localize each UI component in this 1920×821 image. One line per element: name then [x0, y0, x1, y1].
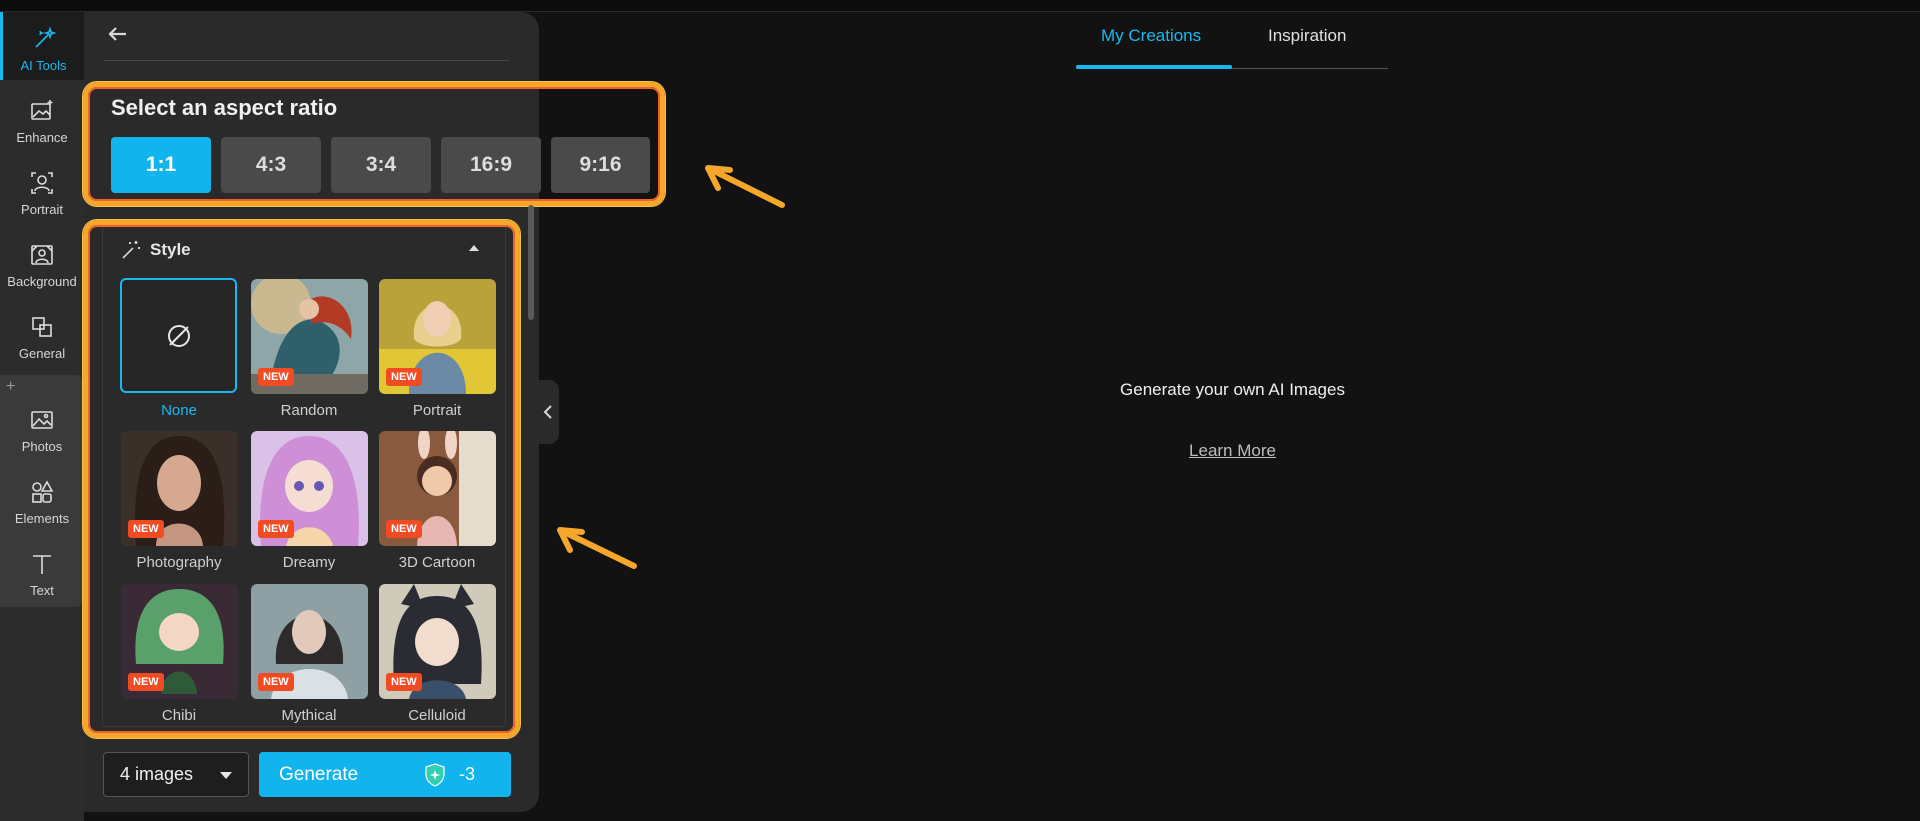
aspect-option-1-1[interactable]: 1:1 — [111, 137, 211, 193]
image-count-select[interactable]: 4 images — [103, 752, 249, 797]
aspect-option-4-3[interactable]: 4:3 — [221, 137, 321, 193]
new-badge: NEW — [258, 368, 294, 386]
style-tile-photography[interactable]: NEW — [121, 431, 238, 546]
aspect-option-16-9[interactable]: 16:9 — [441, 137, 541, 193]
style-tile-chibi[interactable]: NEW — [121, 584, 238, 699]
image-count-value: 4 images — [120, 764, 194, 784]
new-badge: NEW — [386, 368, 422, 386]
style-tile-3d-cartoon[interactable]: NEW — [379, 431, 496, 546]
rail-label: Photos — [21, 439, 63, 454]
rail-item-photos[interactable]: Photos — [0, 393, 84, 461]
style-label-none: None — [161, 402, 197, 419]
none-icon — [167, 324, 190, 347]
style-label-photography: Photography — [136, 554, 222, 571]
new-badge: NEW — [258, 520, 294, 538]
portrait-icon — [31, 172, 53, 194]
text-icon — [33, 555, 51, 574]
chevron-left-icon — [543, 405, 552, 419]
rail-label: Portrait — [21, 202, 63, 217]
credit-cost: -3 — [459, 764, 476, 784]
style-tile-mythical[interactable]: NEW — [251, 584, 368, 699]
empty-state-text: Generate your own AI Images — [1120, 380, 1345, 399]
aspect-ratio-title: Select an aspect ratio — [111, 95, 338, 120]
rail-item-ai-tools[interactable]: AI Tools — [0, 12, 84, 80]
style-tile-portrait[interactable]: NEW — [379, 279, 496, 394]
style-label-celluloid: Celluloid — [408, 707, 466, 724]
top-bar — [0, 0, 1920, 12]
generate-button[interactable]: Generate -3 — [259, 752, 511, 797]
style-label-random: Random — [280, 402, 338, 419]
annotation-arrow-icon — [557, 527, 637, 569]
active-tab-indicator — [1076, 65, 1232, 69]
arrow-left-icon — [108, 27, 126, 41]
rail-item-general[interactable]: General — [0, 300, 84, 368]
collapse-panel-tab[interactable] — [537, 380, 559, 444]
new-badge: NEW — [386, 520, 422, 538]
generate-label: Generate — [279, 763, 359, 785]
aspect-option-9-16[interactable]: 9:16 — [551, 137, 650, 193]
panel-scrollbar[interactable] — [528, 205, 534, 320]
elements-icon — [32, 480, 54, 503]
rail-label: Text — [30, 583, 54, 598]
style-tile-none[interactable] — [120, 278, 237, 393]
style-label-3d-cartoon: 3D Cartoon — [398, 554, 476, 571]
style-label-mythical: Mythical — [281, 707, 337, 724]
rail-label: Elements — [14, 511, 70, 526]
style-label-dreamy: Dreamy — [282, 554, 336, 571]
credit-shield-icon — [425, 763, 445, 787]
back-button[interactable] — [104, 20, 134, 50]
new-badge: NEW — [128, 520, 164, 538]
tab-inspiration[interactable]: Inspiration — [1268, 26, 1346, 46]
background-icon — [31, 245, 53, 265]
style-tile-random[interactable]: NEW — [251, 279, 368, 394]
collapse-style-button[interactable] — [466, 240, 482, 256]
rail-item-elements[interactable]: Elements — [0, 465, 84, 533]
new-badge: NEW — [258, 673, 294, 691]
magic-wand-icon — [122, 241, 140, 259]
rail-item-background[interactable]: Background — [0, 228, 84, 296]
caret-up-icon — [469, 245, 479, 251]
photos-icon — [31, 411, 53, 429]
new-badge: NEW — [386, 673, 422, 691]
aspect-option-3-4[interactable]: 3:4 — [331, 137, 431, 193]
general-icon — [32, 317, 52, 337]
learn-more-link[interactable]: Learn More — [1150, 441, 1315, 461]
annotation-arrow-icon — [705, 165, 785, 208]
rail-item-enhance[interactable]: Enhance — [0, 84, 84, 152]
rail-label: General — [18, 346, 66, 361]
style-header[interactable]: Style — [120, 236, 191, 264]
style-title: Style — [150, 240, 191, 259]
tab-my-creations[interactable]: My Creations — [1101, 26, 1201, 46]
magic-wand-icon — [34, 26, 57, 48]
style-label-chibi: Chibi — [161, 707, 197, 724]
divider — [104, 60, 509, 61]
rail-item-text[interactable]: Text — [0, 537, 84, 605]
new-badge: NEW — [128, 673, 164, 691]
caret-down-icon — [220, 772, 232, 779]
style-tile-dreamy[interactable]: NEW — [251, 431, 368, 546]
rail-label: AI Tools — [20, 58, 67, 73]
style-tile-celluloid[interactable]: NEW — [379, 584, 496, 699]
rail-item-portrait[interactable]: Portrait — [0, 156, 84, 224]
rail-label: Enhance — [16, 130, 68, 145]
rail-label: Background — [7, 274, 77, 289]
enhance-image-icon — [31, 100, 53, 120]
style-label-portrait: Portrait — [412, 402, 462, 419]
